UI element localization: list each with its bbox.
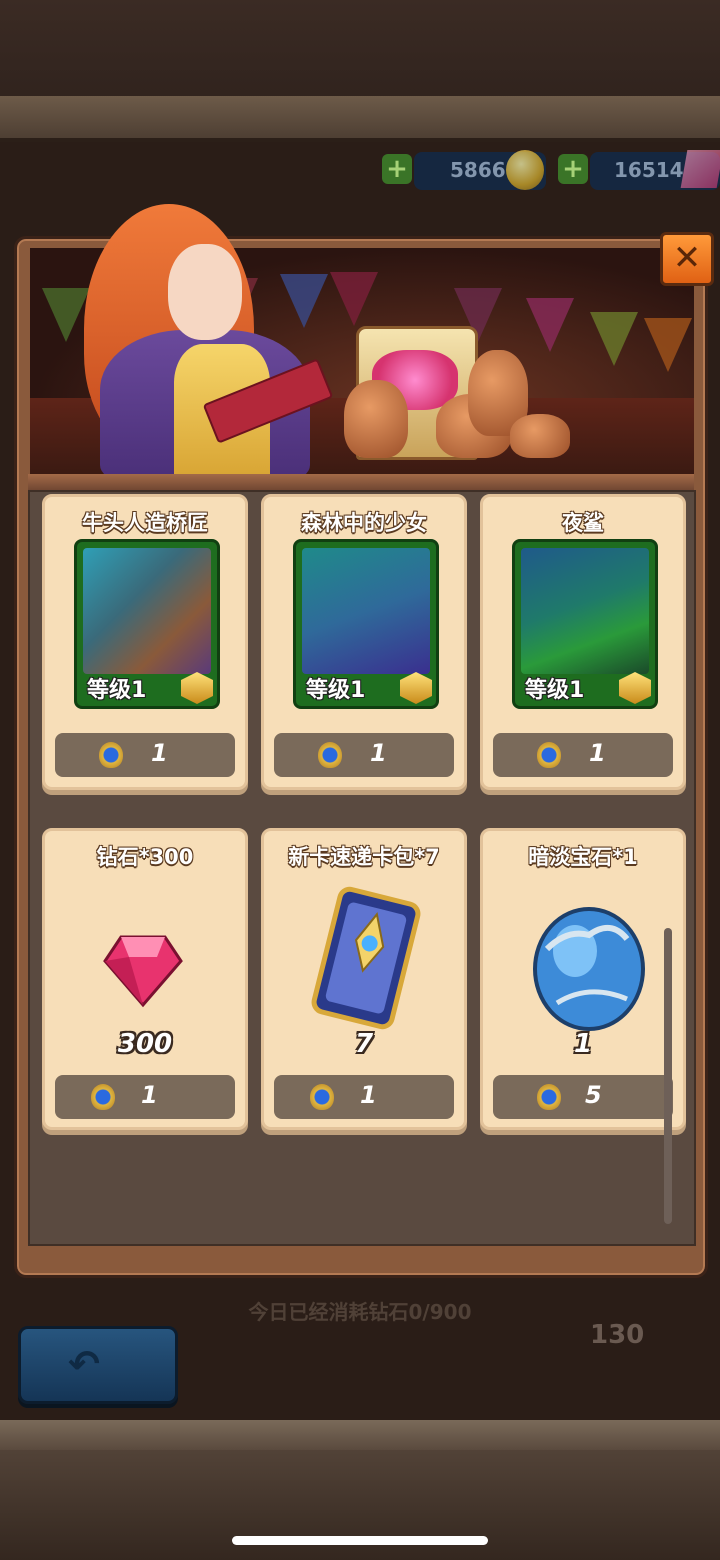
back-arrow-icon: ↶ <box>68 1342 100 1386</box>
price-button[interactable]: 5 <box>493 1075 673 1119</box>
price-button[interactable]: 1 <box>274 1075 454 1119</box>
blue-gem-currency-icon <box>99 742 123 768</box>
gem-icon <box>103 935 183 1008</box>
card-title: 牛头人造桥匠 <box>82 511 208 535</box>
gem-hud-icon <box>680 150 720 188</box>
price-value: 1 <box>151 739 168 767</box>
card-title: 森林中的少女 <box>301 511 427 535</box>
minotaur-hero-icon <box>83 548 211 674</box>
shop-card-item[interactable]: 新卡速递卡包*7 7 1 <box>261 828 467 1130</box>
add-gems-button[interactable]: + <box>558 154 588 184</box>
price-value: 1 <box>360 1081 377 1109</box>
price-button[interactable]: 1 <box>55 733 235 777</box>
pennant-flag <box>42 288 90 342</box>
pennant-flag <box>330 272 378 326</box>
add-gold-button[interactable]: + <box>382 154 412 184</box>
gem-sack-icon <box>344 380 408 458</box>
blue-gem-currency-icon <box>537 742 561 768</box>
shop-card-item[interactable]: 暗淡宝石*1 1 5 <box>480 828 686 1130</box>
price-value: 1 <box>141 1081 158 1109</box>
hero-portrait: 等级1 <box>512 539 658 709</box>
egg-stone-icon <box>533 907 645 1031</box>
rarity-badge-icon <box>400 672 432 704</box>
shop-card-hero[interactable]: 夜鲨 等级1 1 <box>480 494 686 790</box>
night-shark-hero-icon <box>521 548 649 674</box>
hero-level: 等级1 <box>87 678 147 703</box>
card-title: 新卡速递卡包*7 <box>288 845 440 869</box>
blue-gem-currency-icon <box>537 1084 561 1110</box>
blue-gem-currency-icon <box>310 1084 334 1110</box>
background-count: 130 <box>590 1320 645 1350</box>
price-value: 5 <box>585 1081 602 1109</box>
blue-gem-currency-icon <box>318 742 342 768</box>
price-value: 1 <box>589 739 606 767</box>
hero-level: 等级1 <box>306 678 366 703</box>
background-top-band <box>0 96 720 142</box>
price-button[interactable]: 1 <box>55 1075 235 1119</box>
hero-level: 等级1 <box>525 678 585 703</box>
price-button[interactable]: 1 <box>274 733 454 777</box>
gem-pile-icon <box>510 414 570 458</box>
merchant-face <box>168 244 242 340</box>
gold-coin-icon <box>506 150 544 190</box>
blue-gem-currency-icon <box>91 1084 115 1110</box>
price-button[interactable]: 1 <box>493 733 673 777</box>
price-value: 1 <box>370 739 387 767</box>
pennant-flag <box>644 318 692 372</box>
hero-portrait: 等级1 <box>74 539 220 709</box>
item-quantity: 300 <box>117 1029 173 1059</box>
scrollbar[interactable] <box>664 928 672 1224</box>
shop-card-hero[interactable]: 森林中的少女 等级1 1 <box>261 494 467 790</box>
item-quantity: 1 <box>573 1029 593 1059</box>
item-quantity: 7 <box>354 1029 374 1059</box>
rarity-badge-icon <box>619 672 651 704</box>
hero-portrait: 等级1 <box>293 539 439 709</box>
background-bottom-band <box>0 1420 720 1450</box>
gold-amount: 5866 <box>450 158 506 182</box>
rarity-badge-icon <box>181 672 213 704</box>
card-title: 暗淡宝石*1 <box>528 845 638 869</box>
card-title: 夜鲨 <box>562 511 604 535</box>
shop-card-hero[interactable]: 牛头人造桥匠 等级1 1 <box>42 494 248 790</box>
card-title: 钻石*300 <box>96 845 194 869</box>
pennant-flag <box>590 312 638 366</box>
card-pack-icon <box>311 886 421 1030</box>
forest-maiden-hero-icon <box>302 548 430 674</box>
pennant-flag <box>526 298 574 352</box>
pennant-flag <box>280 274 328 328</box>
shop-card-item[interactable]: 钻石*300 300 1 <box>42 828 248 1130</box>
gem-amount: 16514 <box>614 158 684 182</box>
close-button[interactable]: ✕ <box>660 232 714 286</box>
home-indicator[interactable] <box>232 1536 488 1545</box>
